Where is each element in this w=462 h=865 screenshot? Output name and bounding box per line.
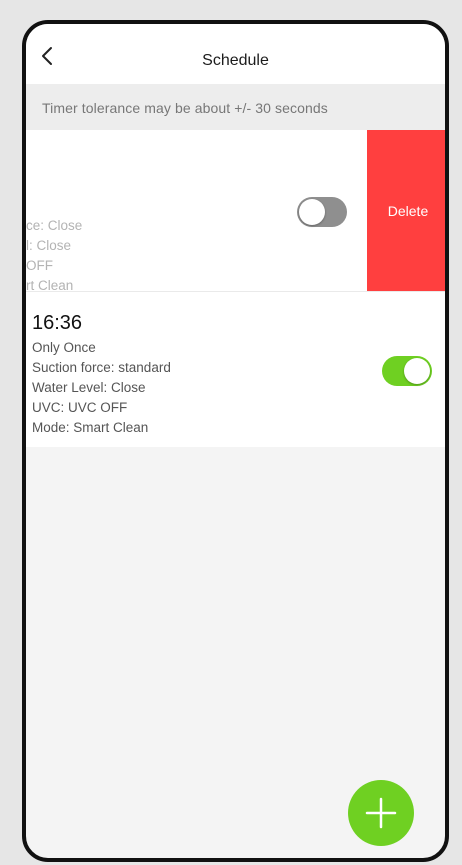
schedule-suction: Suction force: standard: [32, 360, 171, 375]
schedule-row[interactable]: 16:36 Only Once Suction force: standard …: [26, 291, 445, 447]
schedule-toggle[interactable]: [297, 197, 347, 227]
schedule-time: 16:36: [32, 312, 83, 334]
schedule-mode: Mode: Smart Clean: [32, 420, 149, 435]
schedule-row[interactable]: ce: Close l: Close OFF rt Clean Delete: [26, 130, 445, 291]
schedule-extra: rt Clean: [26, 278, 74, 291]
schedule-toggle[interactable]: [382, 356, 432, 386]
phone-frame: Schedule Timer tolerance may be about +/…: [22, 20, 449, 862]
nav-bar: Schedule: [26, 24, 445, 84]
schedule-water: Water Level: Close: [32, 380, 146, 395]
schedule-row-content: ce: Close l: Close OFF rt Clean: [26, 130, 367, 291]
page-title: Schedule: [202, 52, 269, 69]
toggle-knob: [404, 358, 430, 384]
tolerance-banner: Timer tolerance may be about +/- 30 seco…: [26, 84, 445, 130]
schedule-frequency: Only Once: [32, 340, 96, 355]
plus-icon: [365, 797, 397, 829]
schedule-uvc: UVC: UVC OFF: [32, 400, 128, 415]
delete-button[interactable]: Delete: [367, 130, 445, 291]
schedule-water: ce: Close: [26, 218, 83, 233]
tolerance-text: Timer tolerance may be about +/- 30 seco…: [42, 100, 328, 116]
add-schedule-button[interactable]: [348, 780, 414, 846]
schedule-uvc: l: Close: [26, 238, 72, 253]
schedule-mode: OFF: [26, 258, 53, 273]
toggle-knob: [299, 199, 325, 225]
